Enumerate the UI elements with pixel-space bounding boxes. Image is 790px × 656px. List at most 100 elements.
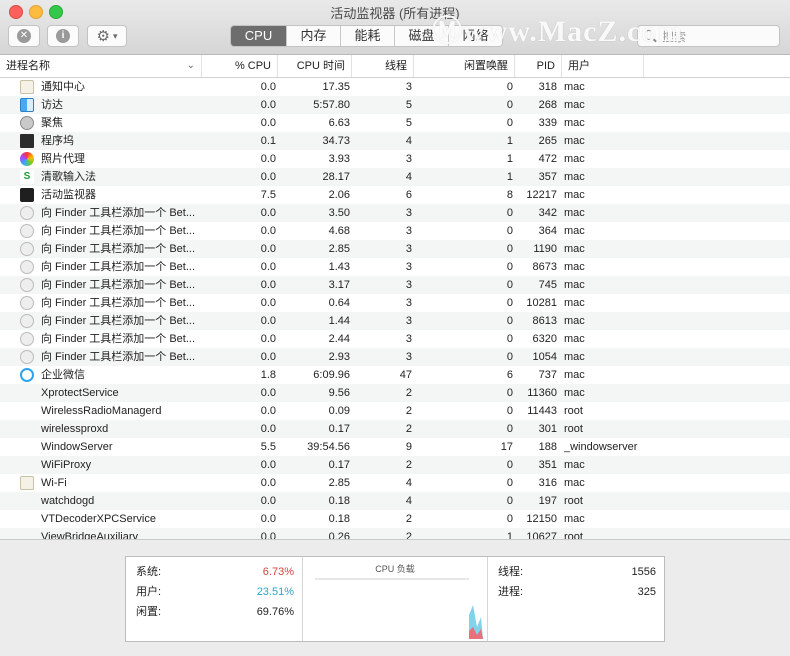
tab-memory[interactable]: 内存	[287, 26, 341, 46]
mail-icon	[20, 224, 34, 238]
column-header-cpu-time[interactable]: CPU 时间	[278, 55, 352, 77]
column-header-pid[interactable]: PID	[515, 55, 562, 77]
user-cell: mac	[564, 333, 585, 345]
cpu-percent-cell: 0.0	[260, 297, 276, 309]
pid-cell: 188	[538, 441, 557, 453]
cpu-summary-footer: 系统: 6.73% 用户: 23.51% 闲置: 69.76% CPU 负载 线…	[0, 539, 790, 656]
pid-cell: 351	[538, 459, 557, 471]
cpu-time-cell: 0.26	[328, 531, 350, 539]
table-row[interactable]: Wi-Fi 0.0 2.85 4 0 316 mac	[0, 474, 790, 492]
cpu-time-cell: 0.18	[328, 513, 350, 525]
table-row[interactable]: 企业微信 1.8 6:09.96 47 6 737 mac	[0, 366, 790, 384]
mail-icon	[20, 206, 34, 220]
watermark: Ⓜwww.MacZ.com	[432, 15, 684, 48]
table-row[interactable]: WirelessRadioManagerd 0.0 0.09 2 0 11443 root	[0, 402, 790, 420]
table-row[interactable]: S 清歌输入法 0.0 28.17 4 1 357 mac	[0, 168, 790, 186]
idle-wakeups-cell: 0	[506, 279, 513, 291]
idle-wakeups-cell: 0	[506, 81, 513, 93]
cpu-percent-cell: 0.0	[260, 81, 276, 93]
table-row[interactable]: WiFiProxy 0.0 0.17 2 0 351 mac	[0, 456, 790, 474]
table-row[interactable]: 向 Finder 工具栏添加一个 Bet... 0.0 2.93 3 0 1054 mac	[0, 348, 790, 366]
column-header-threads[interactable]: 线程	[352, 55, 414, 77]
user-cell: mac	[564, 189, 585, 201]
process-name-cell: 企业微信	[41, 369, 85, 381]
table-row[interactable]: wirelessproxd 0.0 0.17 2 0 301 root	[0, 420, 790, 438]
table-row[interactable]: 照片代理 0.0 3.93 3 1 472 mac	[0, 150, 790, 168]
threads-value: 1556	[631, 566, 656, 578]
mail-icon	[20, 332, 34, 346]
table-row[interactable]: 聚焦 0.0 6.63 5 0 339 mac	[0, 114, 790, 132]
tab-energy[interactable]: 能耗	[341, 26, 395, 46]
cpu-time-cell: 2.85	[328, 477, 350, 489]
cpu-percent-cell: 0.0	[260, 261, 276, 273]
pid-cell: 265	[538, 135, 557, 147]
process-name-cell: 向 Finder 工具栏添加一个 Bet...	[41, 279, 196, 291]
cpu-time-cell: 0.18	[328, 495, 350, 507]
idle-wakeups-cell: 8	[506, 189, 513, 201]
table-row[interactable]: 向 Finder 工具栏添加一个 Bet... 0.0 0.64 3 0 10281 mac	[0, 294, 790, 312]
process-name-cell: VTDecoderXPCService	[41, 513, 156, 525]
table-row[interactable]: 向 Finder 工具栏添加一个 Bet... 0.0 3.50 3 0 342 mac	[0, 204, 790, 222]
monitor-icon	[20, 188, 34, 202]
table-row[interactable]: XprotectService 0.0 9.56 2 0 11360 mac	[0, 384, 790, 402]
idle-wakeups-cell: 0	[506, 405, 513, 417]
user-cell: mac	[564, 387, 585, 399]
actions-menu-button[interactable]: ⚙ ▾	[87, 25, 127, 47]
process-name-cell: 向 Finder 工具栏添加一个 Bet...	[41, 297, 196, 309]
user-cell: root	[564, 405, 583, 417]
table-row[interactable]: 向 Finder 工具栏添加一个 Bet... 0.0 1.43 3 0 8673 mac	[0, 258, 790, 276]
table-row[interactable]: 向 Finder 工具栏添加一个 Bet... 0.0 4.68 3 0 364 mac	[0, 222, 790, 240]
cpu-load-graph: CPU 负载	[303, 557, 488, 641]
user-cell: root	[564, 531, 583, 539]
idle-wakeups-cell: 0	[506, 297, 513, 309]
wecom-icon	[20, 368, 34, 382]
table-row[interactable]: 向 Finder 工具栏添加一个 Bet... 0.0 2.44 3 0 6320 mac	[0, 330, 790, 348]
thread-count-cell: 3	[405, 243, 412, 255]
table-row[interactable]: WindowServer 5.5 39:54.56 9 17 188 _windowserv…	[0, 438, 790, 456]
cpu-percent-cell: 0.0	[260, 153, 276, 165]
pid-cell: 745	[538, 279, 557, 291]
cpu-time-cell: 3.50	[328, 207, 350, 219]
cpu-time-cell: 2.93	[328, 351, 350, 363]
idle-wakeups-cell: 0	[506, 351, 513, 363]
pid-cell: 10281	[526, 297, 557, 309]
table-row[interactable]: watchdogd 0.0 0.18 4 0 197 root	[0, 492, 790, 510]
inspect-process-button[interactable]: i	[47, 25, 79, 47]
table-row[interactable]: 访达 0.0 5:57.80 5 0 268 mac	[0, 96, 790, 114]
table-row[interactable]: 向 Finder 工具栏添加一个 Bet... 0.0 2.85 3 0 1190 mac	[0, 240, 790, 258]
column-header-user[interactable]: 用户	[562, 55, 644, 77]
user-cell: mac	[564, 135, 585, 147]
cpu-percent-cell: 0.0	[260, 117, 276, 129]
table-row[interactable]: ViewBridgeAuxiliary 0.0 0.26 2 1 10627 root	[0, 528, 790, 539]
thread-count-cell: 2	[405, 387, 412, 399]
column-header-idle-wakeups[interactable]: 闲置唤醒	[414, 55, 515, 77]
process-name-cell: 照片代理	[41, 153, 85, 165]
cpu-percent-cell: 0.0	[260, 333, 276, 345]
activity-monitor-window: 活动监视器 (所有进程) ✕ i ⚙ ▾ CPU 内存 能耗 磁盘 网络 Ⓜww…	[0, 0, 790, 656]
idle-wakeups-cell: 1	[506, 153, 513, 165]
cpu-time-cell: 0.17	[328, 423, 350, 435]
thread-count-cell: 47	[399, 369, 412, 381]
column-header-name[interactable]: 进程名称 ⌄	[0, 55, 202, 77]
process-name-cell: watchdogd	[41, 495, 95, 507]
cpu-percent-cell: 0.0	[260, 243, 276, 255]
spotlight-icon	[20, 116, 34, 130]
stop-icon: ✕	[17, 29, 31, 43]
table-row[interactable]: 活动监视器 7.5 2.06 6 8 12217 mac	[0, 186, 790, 204]
table-row[interactable]: 向 Finder 工具栏添加一个 Bet... 0.0 3.17 3 0 745 mac	[0, 276, 790, 294]
cpu-time-cell: 1.44	[328, 315, 350, 327]
thread-count-cell: 4	[405, 495, 412, 507]
thread-count-cell: 5	[405, 99, 412, 111]
table-row[interactable]: 通知中心 0.0 17.35 3 0 318 mac	[0, 78, 790, 96]
column-header-cpu[interactable]: % CPU	[202, 55, 278, 77]
table-row[interactable]: 向 Finder 工具栏添加一个 Bet... 0.0 1.44 3 0 8613 mac	[0, 312, 790, 330]
process-name-cell: 向 Finder 工具栏添加一个 Bet...	[41, 261, 196, 273]
process-name-cell: 活动监视器	[41, 189, 96, 201]
doc-icon	[20, 80, 34, 94]
table-row[interactable]: 程序坞 0.1 34.73 4 1 265 mac	[0, 132, 790, 150]
stop-process-button[interactable]: ✕	[8, 25, 40, 47]
process-name-cell: 向 Finder 工具栏添加一个 Bet...	[41, 207, 196, 219]
tab-cpu[interactable]: CPU	[231, 26, 287, 46]
table-row[interactable]: VTDecoderXPCService 0.0 0.18 2 0 12150 mac	[0, 510, 790, 528]
mail-icon	[20, 314, 34, 328]
